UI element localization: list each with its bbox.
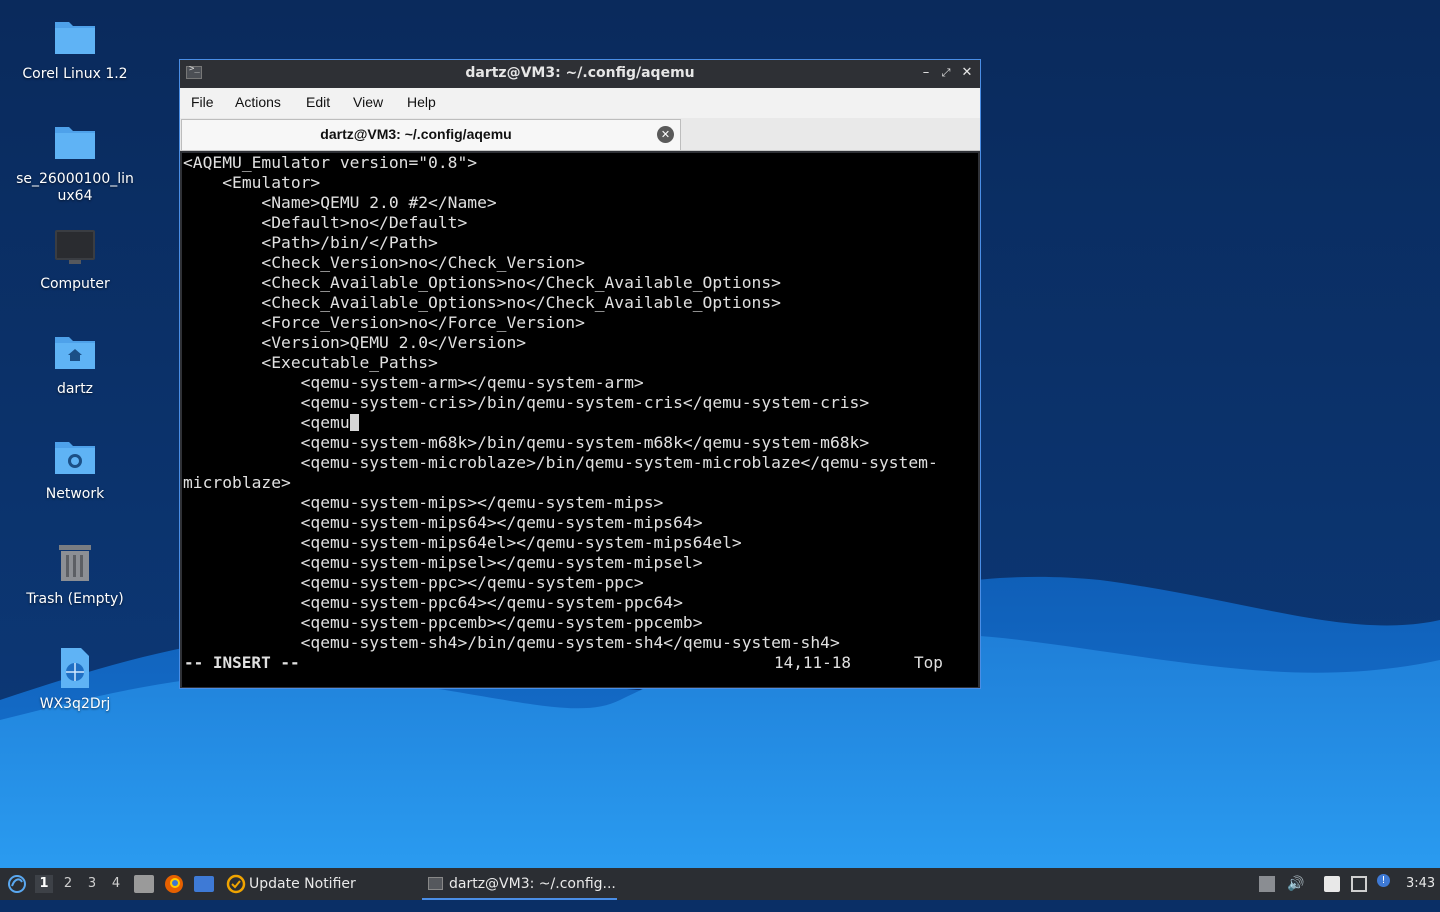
terminal-text: <AQEMU_Emulator version="0.8"> <Emulator…: [182, 153, 978, 653]
desktop-icon-label: dartz: [56, 381, 94, 397]
terminal-line: <qemu-system-m68k>/bin/qemu-system-m68k<…: [183, 433, 870, 452]
menu-view[interactable]: View: [353, 94, 383, 110]
desktop-icon-computer[interactable]: Computer: [10, 224, 140, 293]
tab-close-icon[interactable]: ✕: [657, 126, 674, 143]
task-update-notifier[interactable]: Update Notifier: [224, 868, 414, 900]
desktop-icon-corel-linux[interactable]: Corel Linux 1.2: [10, 14, 140, 83]
terminal-line: <qemu-system-ppcemb></qemu-system-ppcemb…: [183, 613, 703, 632]
vim-mode-indicator: -- INSERT --: [184, 653, 300, 672]
terminal-line: <Check_Version>no</Check_Version>: [183, 253, 585, 272]
terminal-line: <qemu-system-arm></qemu-system-arm>: [183, 373, 644, 392]
terminal-line: <Executable_Paths>: [183, 353, 438, 372]
taskbar: 1 2 3 4 Update Notifier dartz@VM3: ~/.co…: [0, 868, 1440, 900]
desktop-icon-dartz[interactable]: dartz: [10, 329, 140, 398]
terminal-line: <Default>no</Default>: [183, 213, 468, 232]
terminal-line: <qemu: [183, 413, 350, 432]
clock[interactable]: 3:43: [1406, 868, 1435, 900]
notification-icon[interactable]: !: [1377, 874, 1390, 887]
desktop-icon-se-26000100[interactable]: se_26000100_lin ux64: [10, 119, 140, 205]
terminal-line: <qemu-system-sh4>/bin/qemu-system-sh4</q…: [183, 633, 840, 652]
text-cursor: [349, 414, 359, 431]
desktop-icon-label: Computer: [40, 276, 110, 292]
desktop-icon-wx3q2drj[interactable]: WX3q2Drj: [10, 644, 140, 713]
menu-actions[interactable]: Actions: [235, 94, 281, 110]
task-label: dartz@VM3: ~/.config...: [449, 876, 616, 892]
desktop: Corel Linux 1.2 se_26000100_lin ux64 Com…: [0, 0, 1440, 868]
minimize-button[interactable]: –: [917, 64, 935, 82]
terminal-icon: [428, 877, 443, 890]
scroll-position: Top: [914, 653, 943, 672]
update-notifier-icon: [226, 874, 246, 894]
desktop-icon-label: Trash (Empty): [26, 591, 124, 607]
terminal-line: <Check_Available_Options>no</Check_Avail…: [183, 293, 781, 312]
terminal-line: <qemu-system-ppc></qemu-system-ppc>: [183, 573, 644, 592]
network-folder-icon: [51, 434, 99, 482]
terminal-line: <Path>/bin/</Path>: [183, 233, 438, 252]
workspace-1[interactable]: 1: [35, 875, 53, 893]
terminal-line: <Version>QEMU 2.0</Version>: [183, 333, 527, 352]
maximize-button[interactable]: ⤢: [937, 64, 955, 82]
computer-icon: [51, 224, 99, 272]
firefox-icon[interactable]: [164, 874, 184, 894]
tray-applet-icon[interactable]: [1259, 876, 1275, 892]
clipboard-icon[interactable]: [1324, 876, 1340, 892]
menu-file[interactable]: File: [191, 94, 214, 110]
terminal-line: microblaze>: [183, 473, 291, 492]
web-file-icon: [51, 644, 99, 692]
trash-icon: [51, 539, 99, 587]
desktop-icon-label: Corel Linux 1.2: [22, 66, 128, 82]
lubuntu-logo-icon: [8, 875, 26, 893]
workspace-2[interactable]: 2: [59, 875, 77, 893]
terminal-line: <Emulator>: [183, 173, 321, 192]
task-terminal[interactable]: dartz@VM3: ~/.config...: [422, 868, 617, 900]
terminal-line: <qemu-system-microblaze>/bin/qemu-system…: [183, 453, 938, 472]
show-desktop-icon[interactable]: [194, 876, 214, 892]
volume-icon[interactable]: 🔊: [1287, 876, 1304, 892]
workspace-4[interactable]: 4: [107, 875, 125, 893]
terminal-line: <qemu-system-cris>/bin/qemu-system-cris<…: [183, 393, 870, 412]
tab-bar: dartz@VM3: ~/.config/aqemu ✕: [180, 118, 980, 151]
window-title: dartz@VM3: ~/.config/aqemu: [465, 65, 695, 81]
menu-edit[interactable]: Edit: [306, 94, 330, 110]
file-manager-icon[interactable]: [134, 875, 154, 893]
desktop-icon-trash[interactable]: Trash (Empty): [10, 539, 140, 608]
close-button[interactable]: ✕: [958, 64, 976, 82]
desktop-icon-network[interactable]: Network: [10, 434, 140, 503]
start-menu-button[interactable]: [6, 868, 28, 900]
cursor-position: 14,11-18: [774, 653, 852, 672]
terminal-line: <qemu-system-mips64></qemu-system-mips64…: [183, 513, 703, 532]
menu-help[interactable]: Help: [407, 94, 436, 110]
tab-label: dartz@VM3: ~/.config/aqemu: [320, 126, 512, 142]
terminal-line: <Name>QEMU 2.0 #2</Name>: [183, 193, 497, 212]
tab-terminal[interactable]: dartz@VM3: ~/.config/aqemu ✕: [181, 119, 681, 150]
vim-status-line: -- INSERT -- 14,11-18 Top: [182, 653, 978, 673]
terminal-window[interactable]: >_ dartz@VM3: ~/.config/aqemu – ⤢ ✕ File…: [179, 59, 981, 689]
terminal-screen[interactable]: <AQEMU_Emulator version="0.8"> <Emulator…: [182, 153, 978, 687]
terminal-line: <AQEMU_Emulator version="0.8">: [183, 153, 478, 172]
folder-icon: [51, 119, 99, 167]
terminal-line: <qemu-system-mipsel></qemu-system-mipsel…: [183, 553, 703, 572]
window-titlebar[interactable]: >_ dartz@VM3: ~/.config/aqemu – ⤢ ✕: [180, 60, 980, 87]
terminal-line: <qemu-system-mips></qemu-system-mips>: [183, 493, 664, 512]
terminal-line: <Check_Available_Options>no</Check_Avail…: [183, 273, 781, 292]
desktop-icon-label: Network: [45, 486, 105, 502]
home-folder-icon: [51, 329, 99, 377]
terminal-line: <qemu-system-mips64el></qemu-system-mips…: [183, 533, 742, 552]
task-label: Update Notifier: [249, 876, 356, 892]
menubar: File Actions Edit View Help: [180, 88, 980, 118]
workspace-3[interactable]: 3: [83, 875, 101, 893]
desktop-icon-label: WX3q2Drj: [39, 696, 111, 712]
terminal-line: <Force_Version>no</Force_Version>: [183, 313, 585, 332]
folder-icon: [51, 14, 99, 62]
network-status-icon[interactable]: [1351, 876, 1367, 892]
terminal-line: <qemu-system-ppc64></qemu-system-ppc64>: [183, 593, 683, 612]
desktop-icon-label: se_26000100_lin ux64: [16, 171, 134, 204]
